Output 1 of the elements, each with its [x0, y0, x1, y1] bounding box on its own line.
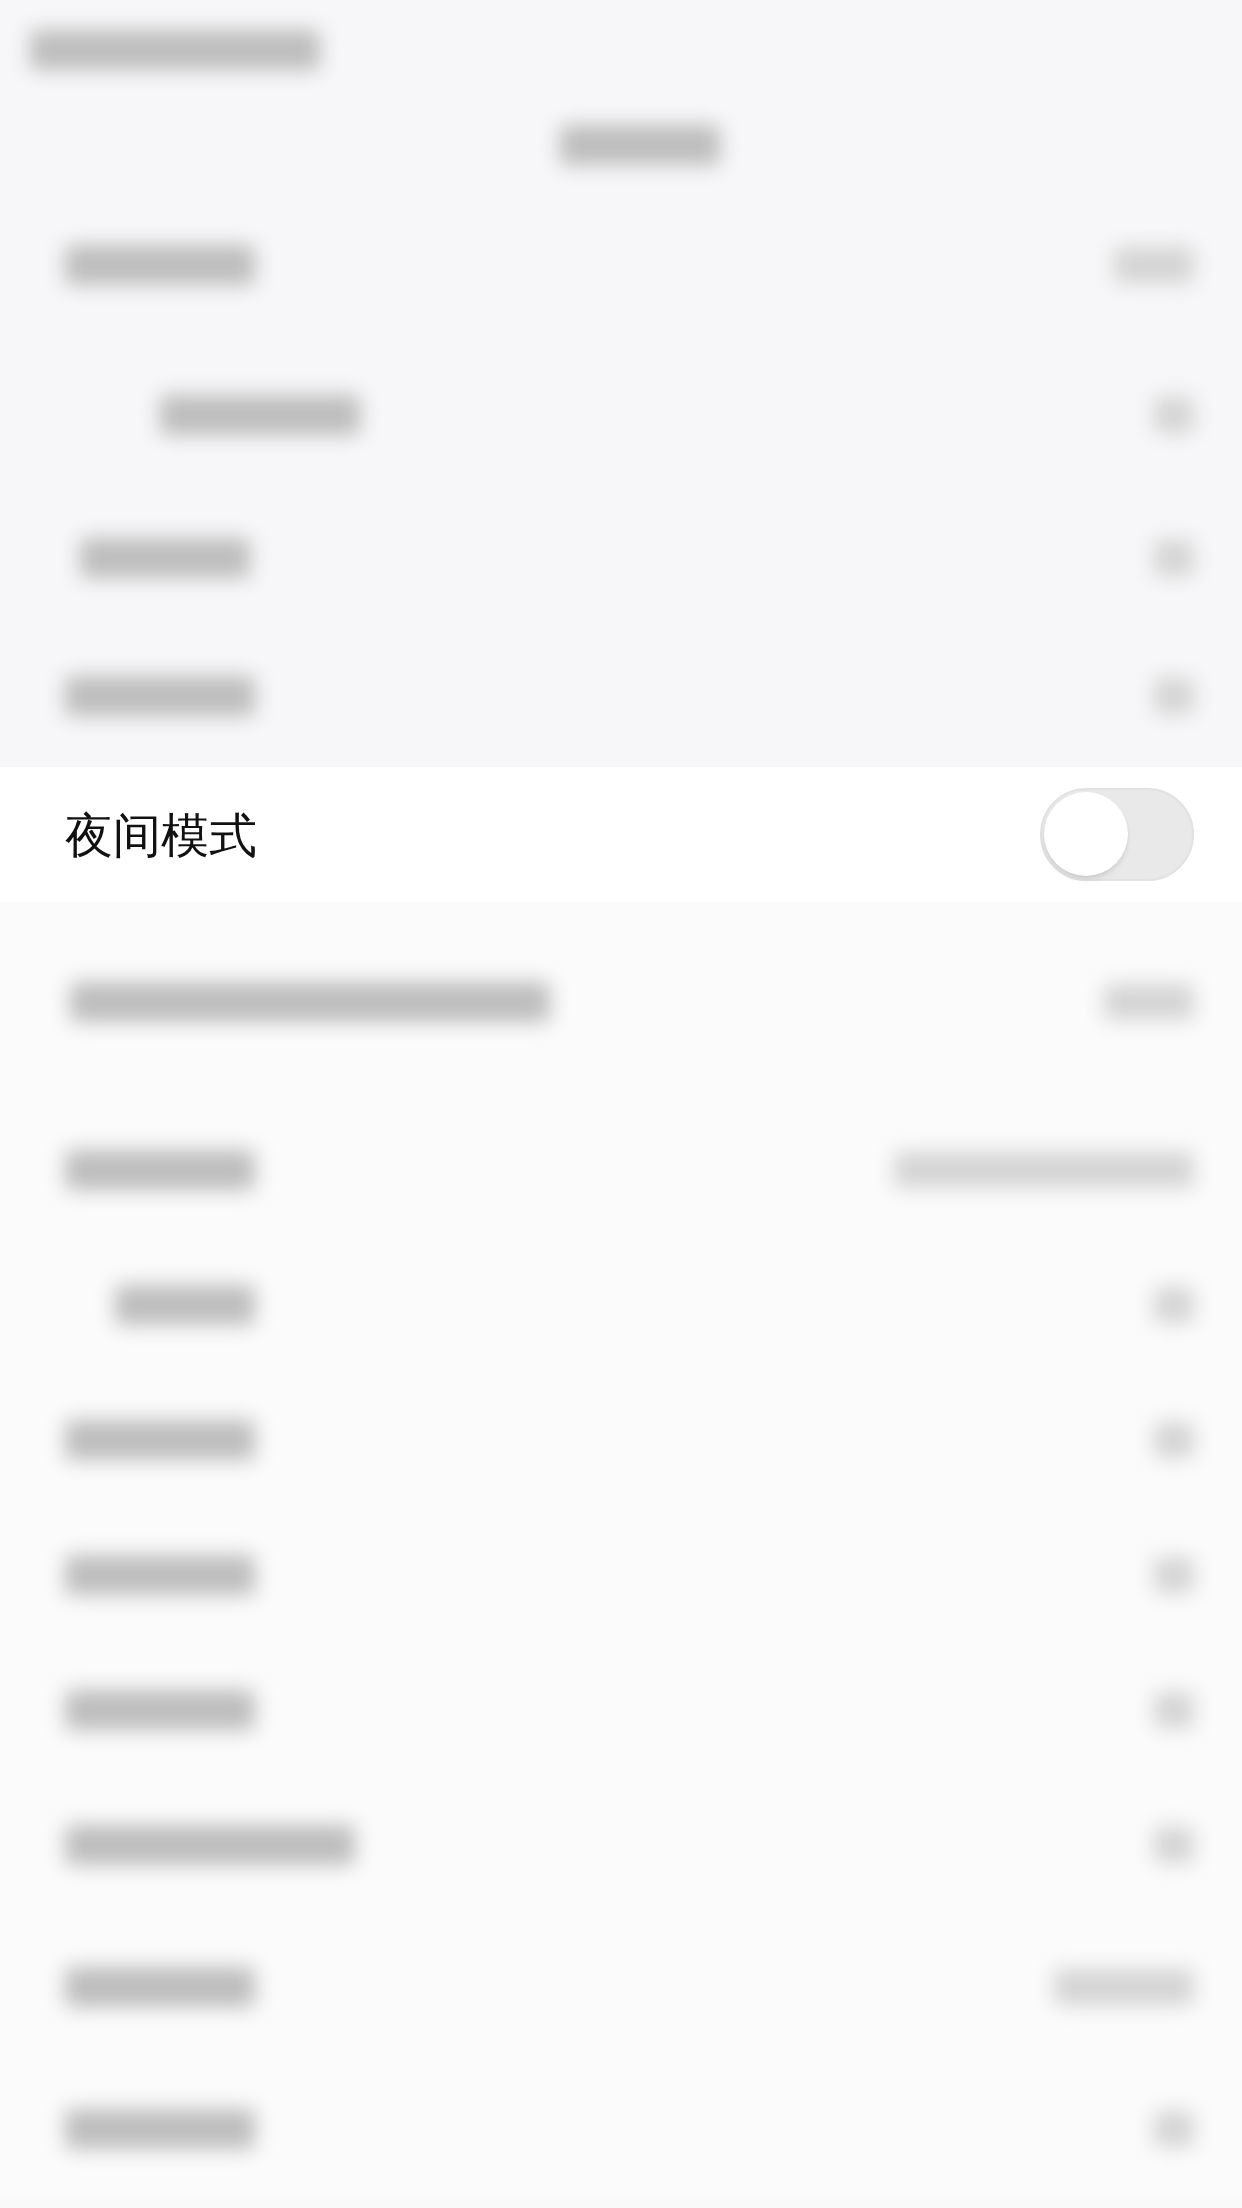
setting-label: 夜间模式 [65, 805, 257, 865]
